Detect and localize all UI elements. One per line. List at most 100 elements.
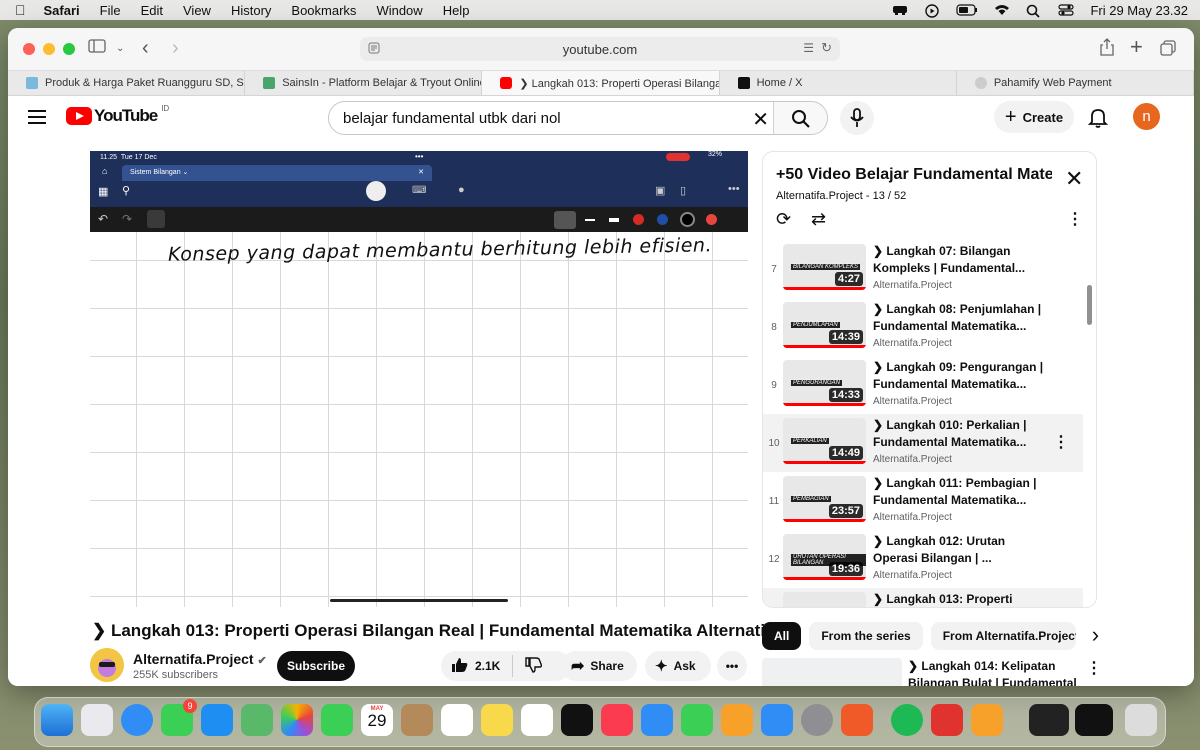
chevron-down-icon[interactable]: ⌄: [116, 43, 124, 54]
youtube-logo[interactable]: YouTube ID: [66, 104, 169, 126]
reload-icon[interactable]: ↻: [821, 40, 832, 56]
menu-clock[interactable]: Fri 29 May 23.32: [1090, 3, 1188, 18]
video-player[interactable]: 11.25 Tue 17 Dec ••• 32% ⌂ Sistem Bilang…: [90, 151, 748, 607]
list-item-current[interactable]: ❯ Langkah 013: Properti: [763, 588, 1083, 607]
zoom-window-button[interactable]: [63, 43, 75, 55]
iphone-mirroring-icon[interactable]: [841, 704, 873, 736]
tab-pahamify[interactable]: Pahamify Web Payment: [957, 71, 1194, 95]
battery-icon[interactable]: [956, 4, 978, 16]
menu-view[interactable]: View: [183, 3, 211, 18]
dislike-button[interactable]: [525, 656, 543, 676]
reader-icon[interactable]: [368, 42, 380, 57]
video-thumbnail[interactable]: PENGURANGAN 14:33: [783, 360, 866, 406]
notes-icon[interactable]: [481, 704, 513, 736]
list-item[interactable]: 11 PEMBAGIAN 23:57 ❯ Langkah 011: Pembagi…: [763, 472, 1083, 530]
recent-window-thumbnail[interactable]: [1029, 704, 1069, 736]
list-item[interactable]: 9 PENGURANGAN 14:33 ❯ Langkah 09: Pengura…: [763, 356, 1083, 414]
app-menu[interactable]: Safari: [44, 3, 80, 18]
wifi-icon[interactable]: [994, 4, 1010, 16]
trash-icon[interactable]: [1125, 704, 1157, 736]
item-more-icon[interactable]: ⋮: [1053, 432, 1069, 452]
more-actions-button[interactable]: •••: [717, 651, 747, 681]
freeform-icon[interactable]: [521, 704, 553, 736]
contacts-icon[interactable]: [401, 704, 433, 736]
chip-all[interactable]: All: [762, 622, 802, 650]
create-button[interactable]: + Create: [994, 101, 1074, 133]
launchpad-icon[interactable]: [81, 704, 113, 736]
tab-overview-icon[interactable]: [1160, 40, 1176, 61]
avatar[interactable]: n: [1133, 103, 1160, 130]
menu-icon[interactable]: [28, 110, 46, 128]
recent-window-thumbnail-2[interactable]: [1075, 704, 1113, 736]
video-thumbnail[interactable]: [783, 592, 866, 607]
safari-icon[interactable]: [121, 704, 153, 736]
app-store-icon[interactable]: [761, 704, 793, 736]
video-thumbnail[interactable]: BILANGAN KOMPLEKS 4:27: [783, 244, 866, 290]
tab-sainsin[interactable]: SainsIn - Platform Belajar & Tryout Onli…: [245, 71, 483, 95]
search-button[interactable]: [773, 102, 827, 134]
playlist-title[interactable]: +50 Video Belajar Fundamental Matematika: [776, 166, 1052, 184]
channel-avatar[interactable]: [90, 648, 124, 682]
music-icon[interactable]: [601, 704, 633, 736]
apple-menu-icon[interactable]: : [15, 2, 26, 18]
menu-help[interactable]: Help: [443, 3, 470, 18]
video-thumbnail[interactable]: PENJUMLAHAN 14:39: [783, 302, 866, 348]
share-icon[interactable]: [1100, 38, 1114, 61]
pdf-reader-icon[interactable]: [931, 704, 963, 736]
subscribe-button[interactable]: Subscribe: [277, 651, 355, 681]
notifications-icon[interactable]: [1087, 107, 1109, 132]
list-item[interactable]: 10 PERKALIAN 14:49 ❯ Langkah 010: Perkali…: [763, 414, 1083, 472]
channel-name[interactable]: Alternatifa.Project ✔: [133, 651, 267, 667]
menu-window[interactable]: Window: [376, 3, 422, 18]
tab-ruangguru[interactable]: Produk & Harga Paket Ruangguru SD, SMP,.…: [8, 71, 246, 95]
ask-button[interactable]: ✦ Ask: [645, 651, 711, 681]
list-item[interactable]: 8 PENJUMLAHAN 14:39 ❯ Langkah 08: Penjuml…: [763, 298, 1083, 356]
reminders-icon[interactable]: [441, 704, 473, 736]
playlist-more-icon[interactable]: ⋮: [1067, 209, 1083, 229]
maps-icon[interactable]: [241, 704, 273, 736]
loop-icon[interactable]: ⟳: [776, 209, 791, 230]
system-settings-icon[interactable]: [801, 704, 833, 736]
video-thumbnail[interactable]: [762, 658, 902, 686]
chip-from-series[interactable]: From the series: [809, 622, 923, 650]
numbers-icon[interactable]: [681, 704, 713, 736]
list-item[interactable]: 7 BILANGAN KOMPLEKS 4:27 ❯ Langkah 07: Bi…: [763, 242, 1083, 298]
calendar-icon[interactable]: MAY 29: [361, 704, 393, 736]
playlist-scrollbar[interactable]: [1087, 285, 1092, 325]
like-button[interactable]: [451, 657, 469, 676]
mail-icon[interactable]: [201, 704, 233, 736]
new-tab-icon[interactable]: +: [1130, 34, 1143, 60]
video-thumbnail[interactable]: URUTAN OPERASI BILANGAN 19:36: [783, 534, 866, 580]
list-item[interactable]: 12 URUTAN OPERASI BILANGAN 19:36 ❯ Langka…: [763, 530, 1083, 588]
voice-search-button[interactable]: [840, 101, 874, 135]
recommended-video[interactable]: ❯ Langkah 014: Kelipatan Bilangan Bulat …: [762, 656, 1102, 686]
minimize-window-button[interactable]: [43, 43, 55, 55]
menu-bookmarks[interactable]: Bookmarks: [291, 3, 356, 18]
apple-tv-icon[interactable]: [561, 704, 593, 736]
shuffle-icon[interactable]: ⇄: [811, 209, 826, 230]
address-bar[interactable]: youtube.com ☰ ↻: [360, 37, 840, 61]
menu-history[interactable]: History: [231, 3, 271, 18]
forward-button[interactable]: ›: [172, 37, 179, 60]
clear-search-icon[interactable]: ✕: [752, 107, 769, 132]
chevron-right-icon[interactable]: ›: [1092, 622, 1099, 650]
share-button[interactable]: ➦ Share: [561, 651, 637, 681]
display-icon[interactable]: [892, 4, 908, 16]
messages-icon[interactable]: 9: [161, 699, 197, 736]
chip-from-channel[interactable]: From Alternatifa.Project: [930, 622, 1076, 650]
infuse-icon[interactable]: [971, 704, 1003, 736]
pages-icon[interactable]: [721, 704, 753, 736]
tab-x[interactable]: Home / X: [720, 71, 957, 95]
finder-icon[interactable]: [41, 704, 73, 736]
translate-icon[interactable]: ☰: [803, 41, 814, 55]
tab-youtube[interactable]: ❯ Langkah 013: Properti Operasi Bilangan…: [482, 71, 720, 95]
control-center-icon[interactable]: [1058, 4, 1075, 16]
spotlight-search-icon[interactable]: [1026, 4, 1042, 18]
play-icon[interactable]: [924, 4, 940, 18]
close-window-button[interactable]: [23, 43, 35, 55]
video-thumbnail[interactable]: PERKALIAN 14:49: [783, 418, 866, 464]
keynote-icon[interactable]: [641, 704, 673, 736]
sidebar-toggle-icon[interactable]: [88, 39, 106, 58]
close-icon[interactable]: ✕: [1065, 166, 1083, 192]
back-button[interactable]: ‹: [142, 37, 149, 60]
